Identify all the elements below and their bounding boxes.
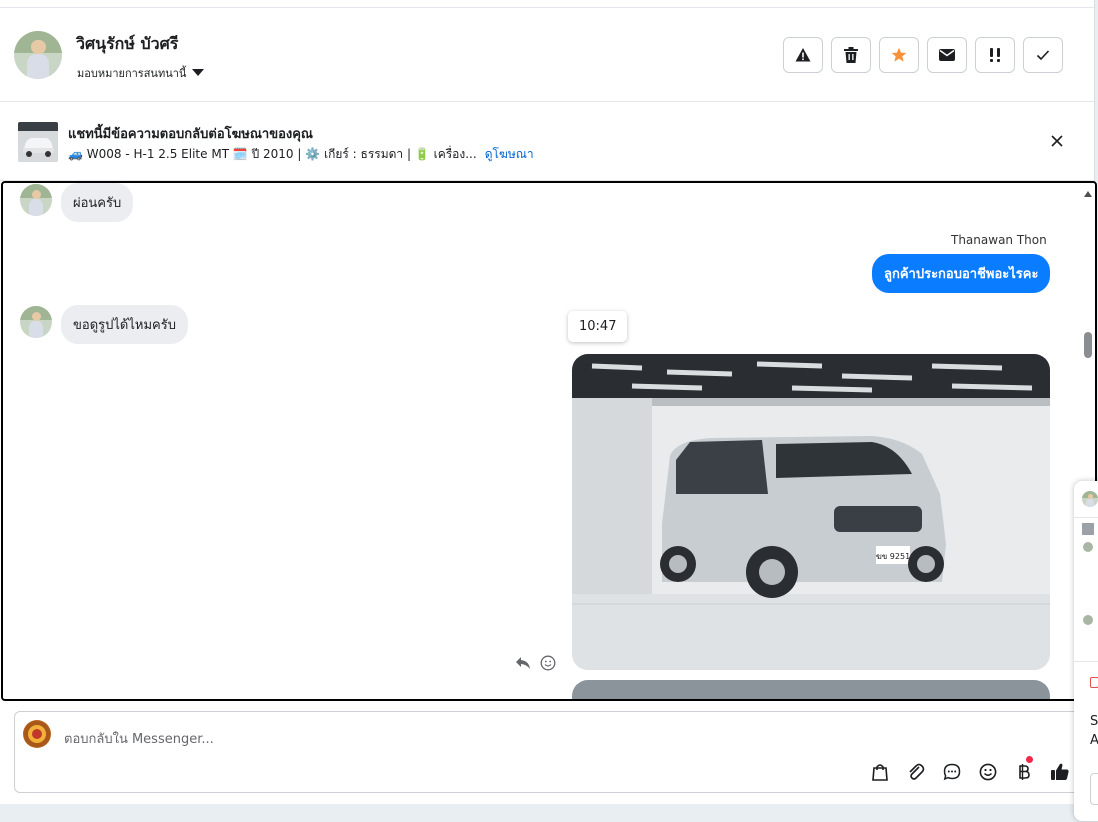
caret-down-icon	[192, 69, 205, 76]
double-exclamation-icon	[990, 48, 1000, 62]
attach-button[interactable]	[904, 760, 928, 784]
timestamp-tooltip: 10:47	[568, 311, 628, 342]
shopping-bag-icon	[872, 764, 888, 781]
car-photo-attachment[interactable]: ฆข 9251	[572, 354, 1050, 670]
side-input-box[interactable]	[1090, 773, 1098, 805]
side-thumb	[1082, 523, 1094, 535]
incoming-message[interactable]: ผ่อนครับ	[61, 183, 134, 222]
star-icon	[891, 47, 907, 62]
contact-avatar[interactable]	[14, 31, 62, 79]
message-composer: ตอบกลับใน Messenger...	[14, 711, 1096, 793]
side-text: A	[1090, 733, 1098, 748]
delete-button[interactable]	[831, 37, 871, 73]
side-text: S	[1090, 714, 1098, 729]
emoji-button[interactable]	[976, 760, 1000, 784]
paperclip-icon	[909, 763, 925, 780]
scroll-thumb[interactable]	[1084, 332, 1092, 358]
assign-label: มอบหมายการสนทนานี้	[77, 67, 187, 80]
check-icon	[1036, 50, 1050, 61]
ad-details: 🚙 W008 - H-1 2.5 Elite MT 🗓️ ปี 2010 | ⚙…	[68, 147, 477, 161]
scroll-up-arrow-icon	[1084, 191, 1092, 197]
close-banner-button[interactable]	[1050, 133, 1064, 152]
side-badge-icon	[1090, 677, 1098, 688]
page-avatar	[23, 720, 51, 748]
contact-name[interactable]: วิศนุรักษ์ บัวศรี	[76, 32, 178, 57]
sender-avatar	[20, 306, 52, 338]
payment-button[interactable]	[1012, 756, 1036, 784]
star-button[interactable]	[879, 37, 919, 73]
outgoing-message[interactable]: ลูกค้าประกอบอาชีพอะไรคะ	[872, 254, 1051, 293]
trash-icon	[844, 47, 858, 63]
saved-replies-button[interactable]	[940, 760, 964, 784]
side-avatar	[1082, 491, 1098, 507]
baht-icon	[1019, 764, 1030, 780]
ad-reply-banner: แชทนี้มีข้อความตอบกลับต่อโฆษณาของคุณ 🚙 W…	[0, 102, 1094, 181]
emoji-icon	[979, 763, 997, 781]
ad-banner-subtitle: 🚙 W008 - H-1 2.5 Elite MT 🗓️ ปี 2010 | ⚙…	[68, 145, 534, 164]
side-divider	[1074, 517, 1098, 518]
mark-unread-button[interactable]	[927, 37, 967, 73]
shop-button[interactable]	[868, 760, 892, 784]
view-ad-link[interactable]: ดูโฆษณา	[485, 147, 534, 161]
side-divider	[1074, 661, 1098, 662]
side-panel-peek[interactable]: S A	[1074, 481, 1098, 821]
notification-dot	[1026, 756, 1033, 763]
incoming-message[interactable]: ขอดูรูปได้ไหมครับ	[61, 305, 188, 344]
mark-done-button[interactable]	[1023, 37, 1063, 73]
smiley-icon	[540, 655, 556, 671]
close-icon	[1051, 135, 1063, 147]
follow-up-button[interactable]	[975, 37, 1015, 73]
car-photo-attachment[interactable]	[572, 680, 1050, 699]
license-plate-text: ฆข 9251	[876, 552, 910, 561]
sender-avatar	[20, 184, 52, 216]
ad-banner-title: แชทนี้มีข้อความตอบกลับต่อโฆษณาของคุณ	[68, 127, 313, 142]
envelope-icon	[939, 49, 955, 61]
reply-input[interactable]: ตอบกลับใน Messenger...	[64, 728, 214, 749]
message-thread[interactable]: ผ่อนครับ Thanawan Thon ลูกค้าประกอบอาชีพ…	[1, 181, 1097, 701]
ad-thumbnail	[18, 122, 58, 162]
conversation-header: วิศนุรักษ์ บัวศรี มอบหมายการสนทนานี้	[0, 8, 1094, 102]
conversation-panel: วิศนุรักษ์ บัวศรี มอบหมายการสนทนานี้ แชท…	[0, 0, 1097, 804]
report-spam-button[interactable]	[783, 37, 823, 73]
reply-arrow-icon	[516, 657, 530, 669]
assign-conversation-dropdown[interactable]: มอบหมายการสนทนานี้	[77, 64, 205, 82]
warning-icon	[795, 48, 811, 62]
thumbs-up-icon	[1051, 763, 1069, 780]
react-button[interactable]	[540, 655, 556, 675]
reply-button[interactable]	[515, 655, 531, 674]
side-avatar-small	[1083, 542, 1093, 552]
like-button[interactable]	[1048, 760, 1072, 784]
message-sender-name: Thanawan Thon	[951, 233, 1047, 247]
side-avatar-small	[1083, 615, 1093, 625]
chat-bubble-icon	[943, 763, 961, 781]
